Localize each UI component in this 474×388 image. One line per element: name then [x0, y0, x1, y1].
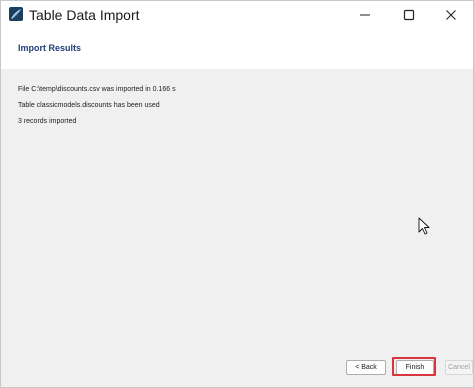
result-message: Table classicmodels.discounts has been u… [18, 102, 160, 109]
finish-button-highlight [392, 357, 436, 376]
app-icon [9, 7, 23, 21]
minimize-icon [360, 14, 370, 16]
window-title: Table Data Import [29, 7, 140, 23]
close-icon [446, 10, 456, 20]
cancel-button[interactable]: Cancel [445, 360, 473, 375]
maximize-icon [403, 9, 415, 21]
mouse-cursor-icon [418, 217, 430, 235]
results-panel: File C:\temp\discounts.csv was imported … [1, 69, 473, 349]
wizard-header: Import Results [1, 29, 473, 69]
result-message: File C:\temp\discounts.csv was imported … [18, 86, 176, 93]
title-bar[interactable]: Table Data Import [1, 1, 473, 29]
close-button[interactable] [429, 1, 473, 29]
import-dialog-window: Table Data Import Import Results File C:… [0, 0, 474, 388]
page-title: Import Results [18, 43, 82, 53]
back-button[interactable]: < Back [346, 360, 386, 375]
maximize-button[interactable] [387, 1, 431, 29]
result-message: 3 records imported [18, 118, 77, 125]
minimize-button[interactable] [343, 1, 387, 29]
